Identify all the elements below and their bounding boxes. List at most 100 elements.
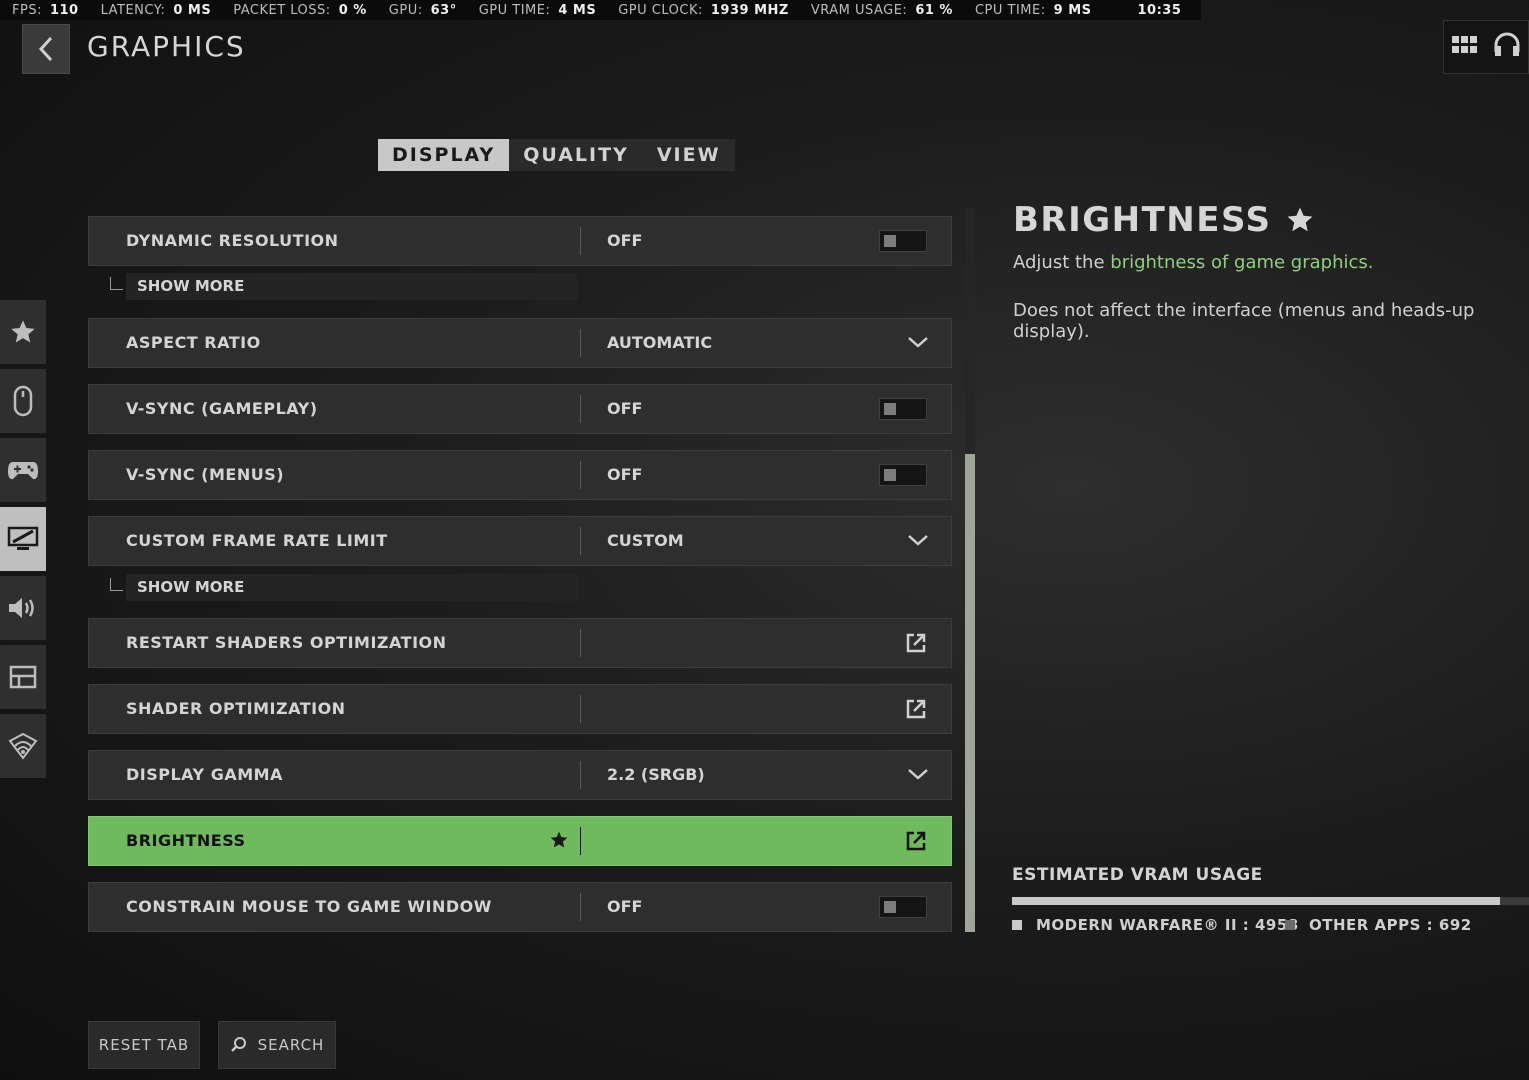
setting-value: OFF <box>607 231 643 250</box>
vram-usage-bar <box>1012 897 1529 905</box>
detail-description: Adjust the brightness of game graphics. <box>1013 252 1374 273</box>
vram-usage-fill <box>1012 897 1500 905</box>
stat-fps: FPS: 110 <box>12 2 79 18</box>
search-button[interactable]: SEARCH <box>218 1021 336 1069</box>
tab-view[interactable]: VIEW <box>643 139 735 171</box>
legend-swatch <box>1012 920 1022 930</box>
toggle-switch[interactable] <box>879 896 927 918</box>
setting-value: CUSTOM <box>607 531 684 550</box>
setting-label: CUSTOM FRAME RATE LIMIT <box>126 531 388 550</box>
sidebar-item-favorites[interactable] <box>0 300 46 364</box>
clock: 10:35 <box>1137 2 1182 18</box>
speaker-icon <box>9 598 34 618</box>
category-sidebar <box>0 300 46 783</box>
setting-label: V-SYNC (GAMEPLAY) <box>126 399 318 418</box>
setting-vsync-menus[interactable]: V-SYNC (MENUS) OFF <box>88 450 952 500</box>
setting-label: DYNAMIC RESOLUTION <box>126 231 339 250</box>
divider <box>580 629 581 657</box>
monitor-icon <box>7 526 39 550</box>
tab-display[interactable]: DISPLAY <box>378 139 510 171</box>
chevron-down-icon[interactable] <box>907 767 929 781</box>
legend-label: MODERN WARFARE® II : 4958 <box>1036 916 1299 934</box>
sidebar-item-controller[interactable] <box>0 438 46 502</box>
chevron-down-icon[interactable] <box>907 335 929 349</box>
reset-tab-label: RESET TAB <box>98 1036 190 1054</box>
vram-legend-game: MODERN WARFARE® II : 4958 <box>1012 916 1299 934</box>
setting-constrain-mouse[interactable]: CONSTRAIN MOUSE TO GAME WINDOW OFF <box>88 882 952 932</box>
detail-description-text: Adjust the <box>1013 252 1111 273</box>
toggle-knob <box>884 469 896 481</box>
setting-dynamic-resolution[interactable]: DYNAMIC RESOLUTION OFF <box>88 216 952 266</box>
chevron-left-icon <box>38 36 53 62</box>
external-link-icon[interactable] <box>905 698 927 720</box>
setting-value: OFF <box>607 399 643 418</box>
favorite-star-icon[interactable] <box>549 830 569 850</box>
toggle-switch[interactable] <box>879 230 927 252</box>
divider <box>580 761 581 789</box>
toggle-knob <box>884 901 896 913</box>
sidebar-item-mouse[interactable] <box>0 369 46 433</box>
show-more-label: SHOW MORE <box>137 578 245 596</box>
tab-bar: DISPLAY QUALITY VIEW <box>378 139 735 171</box>
branch-line <box>110 578 123 591</box>
show-more-button[interactable]: SHOW MORE <box>126 273 578 300</box>
sidebar-item-interface[interactable] <box>0 645 46 709</box>
setting-display-gamma[interactable]: DISPLAY GAMMA 2.2 (SRGB) <box>88 750 952 800</box>
search-label: SEARCH <box>257 1036 325 1054</box>
divider <box>580 227 581 255</box>
page-title: GRAPHICS <box>87 30 246 63</box>
setting-shader-optimization[interactable]: SHADER OPTIMIZATION <box>88 684 952 734</box>
setting-value: 2.2 (SRGB) <box>607 765 705 784</box>
interface-icon <box>9 665 37 689</box>
setting-custom-frame-rate-limit[interactable]: CUSTOM FRAME RATE LIMIT CUSTOM <box>88 516 952 566</box>
tab-quality[interactable]: QUALITY <box>509 139 643 171</box>
setting-label: DISPLAY GAMMA <box>126 765 283 784</box>
reset-tab-button[interactable]: RESET TAB <box>88 1021 200 1069</box>
setting-restart-shaders-optimization[interactable]: RESTART SHADERS OPTIMIZATION <box>88 618 952 668</box>
show-more-button[interactable]: SHOW MORE <box>126 574 578 601</box>
back-button[interactable] <box>22 24 70 74</box>
chevron-down-icon[interactable] <box>907 533 929 547</box>
scrollbar[interactable] <box>965 208 975 932</box>
divider <box>580 695 581 723</box>
toggle-switch[interactable] <box>879 398 927 420</box>
setting-brightness[interactable]: BRIGHTNESS <box>88 816 952 866</box>
legend-label: OTHER APPS : 692 <box>1309 916 1472 934</box>
star-icon <box>1287 207 1313 232</box>
setting-label: CONSTRAIN MOUSE TO GAME WINDOW <box>126 897 492 916</box>
stat-latency: LATENCY: 0 MS <box>100 2 212 18</box>
detail-highlight: brightness of game graphics. <box>1110 252 1374 273</box>
setting-aspect-ratio[interactable]: ASPECT RATIO AUTOMATIC <box>88 318 952 368</box>
show-more-label: SHOW MORE <box>137 277 245 295</box>
setting-label: BRIGHTNESS <box>126 831 246 850</box>
stat-gpu-temp: GPU: 63° <box>388 2 457 18</box>
setting-vsync-gameplay[interactable]: V-SYNC (GAMEPLAY) OFF <box>88 384 952 434</box>
setting-label: ASPECT RATIO <box>126 333 261 352</box>
star-icon <box>11 320 35 343</box>
mouse-icon <box>13 385 33 417</box>
external-link-icon[interactable] <box>905 830 927 852</box>
sidebar-item-graphics[interactable] <box>0 507 46 571</box>
search-icon <box>230 1037 246 1052</box>
divider <box>580 827 581 855</box>
scrollbar-thumb[interactable] <box>965 454 975 932</box>
toggle-knob <box>884 235 896 247</box>
toggle-knob <box>884 403 896 415</box>
divider <box>580 527 581 555</box>
toggle-switch[interactable] <box>879 464 927 486</box>
headset-icon[interactable] <box>1493 32 1521 62</box>
stat-cpu-time: CPU TIME: 9 MS <box>974 2 1092 18</box>
performance-stats-bar: FPS: 110 LATENCY: 0 MS PACKET LOSS: 0 % GPU… <box>0 0 1202 20</box>
grid-menu-icon[interactable] <box>1451 36 1478 58</box>
stat-gpu-clock: GPU CLOCK: 1939 MHZ <box>618 2 789 18</box>
stat-gpu-time: GPU TIME: 4 MS <box>478 2 597 18</box>
external-link-icon[interactable] <box>905 632 927 654</box>
sidebar-item-audio[interactable] <box>0 576 46 640</box>
detail-title-text: BRIGHTNESS <box>1013 200 1272 240</box>
sidebar-item-network[interactable] <box>0 714 46 778</box>
setting-value: AUTOMATIC <box>607 333 713 352</box>
setting-label: V-SYNC (MENUS) <box>126 465 285 484</box>
setting-label: RESTART SHADERS OPTIMIZATION <box>126 633 447 652</box>
divider <box>580 329 581 357</box>
vram-legend-other: OTHER APPS : 692 <box>1285 916 1472 934</box>
